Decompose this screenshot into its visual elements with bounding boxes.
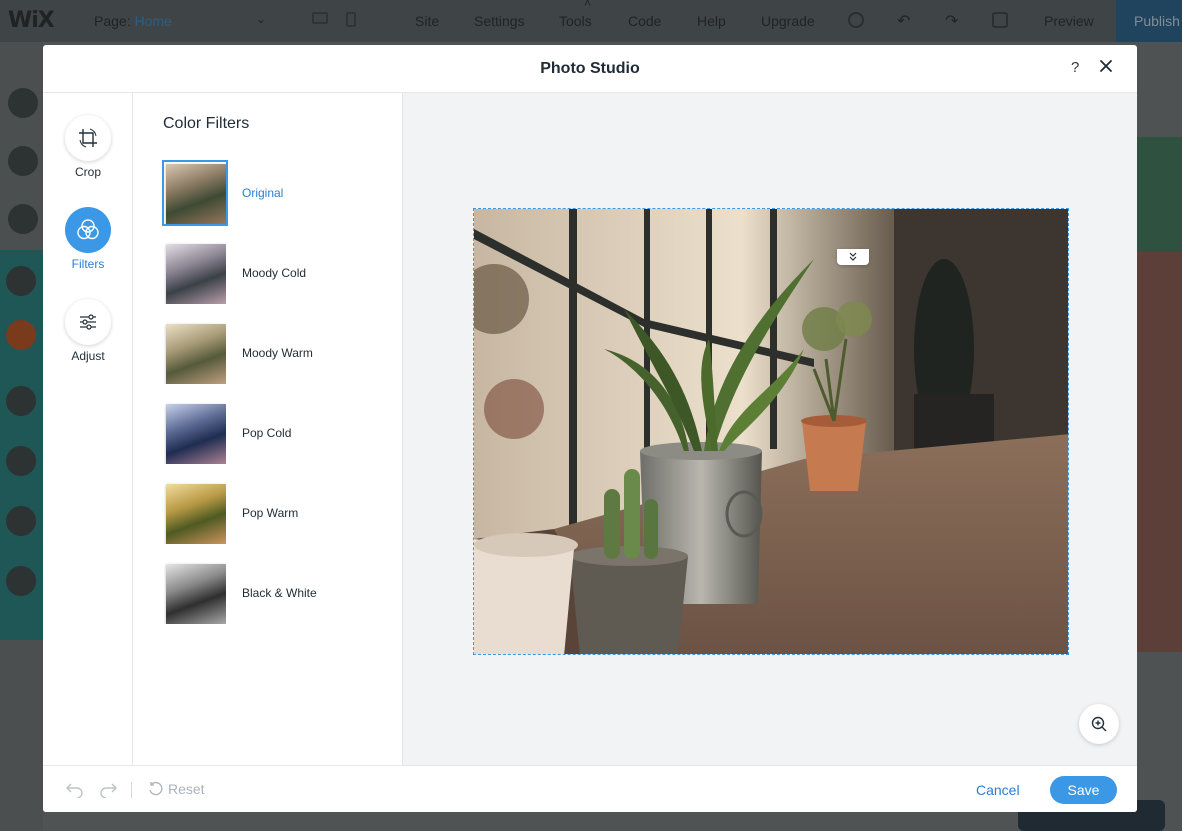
- filter-moody-warm[interactable]: Moody Warm: [162, 320, 392, 388]
- filter-thumbnail[interactable]: [162, 160, 228, 226]
- dialog-header: Photo Studio ?: [43, 45, 1137, 93]
- tools-rail: Crop Filters Adjust: [43, 93, 133, 765]
- redo-icon[interactable]: [98, 780, 118, 799]
- menu-upgrade[interactable]: Upgrade: [761, 13, 815, 29]
- tool-adjust-label: Adjust: [71, 349, 105, 363]
- filter-preview-image: [166, 564, 226, 624]
- tool-crop-label: Crop: [74, 165, 101, 179]
- menu-tools[interactable]: Tools: [559, 13, 592, 29]
- photo-studio-dialog: Photo Studio ? Crop Filters Adjust Color…: [43, 45, 1137, 812]
- reset-button[interactable]: Reset: [148, 781, 205, 797]
- undo-icon[interactable]: [65, 780, 85, 799]
- pages-icon[interactable]: [8, 88, 38, 118]
- background-icon[interactable]: [8, 146, 38, 176]
- filter-thumbnail[interactable]: [162, 240, 228, 306]
- filter-label: Pop Cold: [242, 426, 292, 440]
- zoom-in-icon[interactable]: [1079, 704, 1119, 744]
- page-selector-label: Page:: [94, 13, 131, 29]
- save-button[interactable]: Save: [1050, 776, 1117, 804]
- filter-thumbnail[interactable]: [162, 560, 228, 626]
- chevron-up-icon[interactable]: ˄: [584, 0, 591, 10]
- apps-icon[interactable]: [6, 266, 36, 296]
- filter-label: Moody Warm: [242, 346, 313, 360]
- preview-button[interactable]: Preview: [1044, 13, 1094, 29]
- reset-label: Reset: [168, 781, 205, 797]
- page-selector[interactable]: Page: Home: [94, 13, 172, 29]
- add-icon[interactable]: [8, 204, 38, 234]
- redo-icon[interactable]: ↷: [945, 11, 958, 31]
- drag-handle-icon[interactable]: [837, 249, 869, 265]
- chevron-down-icon[interactable]: ⌄: [256, 12, 266, 26]
- menu-settings[interactable]: Settings: [474, 13, 525, 29]
- tool-adjust[interactable]: Adjust: [65, 299, 111, 363]
- bookings-icon[interactable]: [6, 566, 36, 596]
- help-button[interactable]: ?: [1071, 59, 1079, 76]
- filter-thumbnail[interactable]: [162, 400, 228, 466]
- filter-label: Black & White: [242, 586, 317, 600]
- mobile-icon[interactable]: [346, 12, 356, 27]
- zoom-out-icon[interactable]: [848, 12, 864, 28]
- reset-icon: [149, 781, 163, 796]
- page-selector-value: Home: [134, 13, 172, 29]
- business-icon[interactable]: [6, 320, 36, 350]
- filters-icon[interactable]: [65, 207, 111, 253]
- tool-crop[interactable]: Crop: [65, 115, 111, 179]
- chat-icon[interactable]: [6, 506, 36, 536]
- filter-thumbnail[interactable]: [162, 480, 228, 546]
- filter-pop-cold[interactable]: Pop Cold: [162, 400, 392, 468]
- tool-filters-label: Filters: [71, 257, 105, 271]
- menu-help[interactable]: Help: [697, 13, 726, 29]
- dialog-footer: Reset Cancel Save: [43, 765, 1137, 812]
- filter-original[interactable]: Original: [162, 160, 392, 228]
- editor-canvas-section: [1136, 252, 1182, 652]
- publish-button[interactable]: Publish: [1116, 0, 1182, 42]
- desktop-icon[interactable]: [312, 12, 328, 24]
- filter-preview-image: [166, 324, 226, 384]
- filter-thumbnail[interactable]: [162, 320, 228, 386]
- wix-logo: WiX: [8, 8, 55, 33]
- editor-rail-section: [0, 250, 43, 640]
- filter-label: Original: [242, 186, 284, 200]
- undo-icon[interactable]: ↶: [897, 11, 910, 31]
- panel-title: Color Filters: [163, 115, 250, 132]
- dialog-title: Photo Studio: [540, 60, 640, 77]
- filter-label: Moody Cold: [242, 266, 307, 280]
- close-icon[interactable]: [1097, 57, 1115, 75]
- filter-preview-image: [166, 484, 226, 544]
- crop-icon[interactable]: [65, 115, 111, 161]
- filter-preview-image: [166, 164, 226, 224]
- store-icon[interactable]: [6, 446, 36, 476]
- filter-preview-image: [166, 244, 226, 304]
- cancel-button[interactable]: Cancel: [976, 782, 1020, 798]
- filter-moody-cold[interactable]: Moody Cold: [162, 240, 392, 308]
- filter-label: Pop Warm: [242, 506, 299, 520]
- footer-divider: [131, 782, 132, 798]
- media-icon[interactable]: [6, 386, 36, 416]
- photo-preview[interactable]: [473, 208, 1069, 655]
- color-filters-panel: Color Filters Original Moody Cold Moody …: [133, 93, 403, 765]
- filter-preview-image: [166, 404, 226, 464]
- editor-canvas-section: [1136, 137, 1182, 252]
- filter-pop-warm[interactable]: Pop Warm: [162, 480, 392, 548]
- menu-site[interactable]: Site: [415, 13, 439, 29]
- tool-filters[interactable]: Filters: [65, 207, 111, 271]
- adjust-sliders-icon[interactable]: [65, 299, 111, 345]
- save-disk-icon[interactable]: [992, 12, 1008, 28]
- editor-top-bar: WiX Page: Home ⌄ ˄ Site Settings Tools C…: [0, 0, 1182, 42]
- menu-code[interactable]: Code: [628, 13, 661, 29]
- image-canvas: [403, 93, 1137, 765]
- filter-black-white[interactable]: Black & White: [162, 560, 392, 628]
